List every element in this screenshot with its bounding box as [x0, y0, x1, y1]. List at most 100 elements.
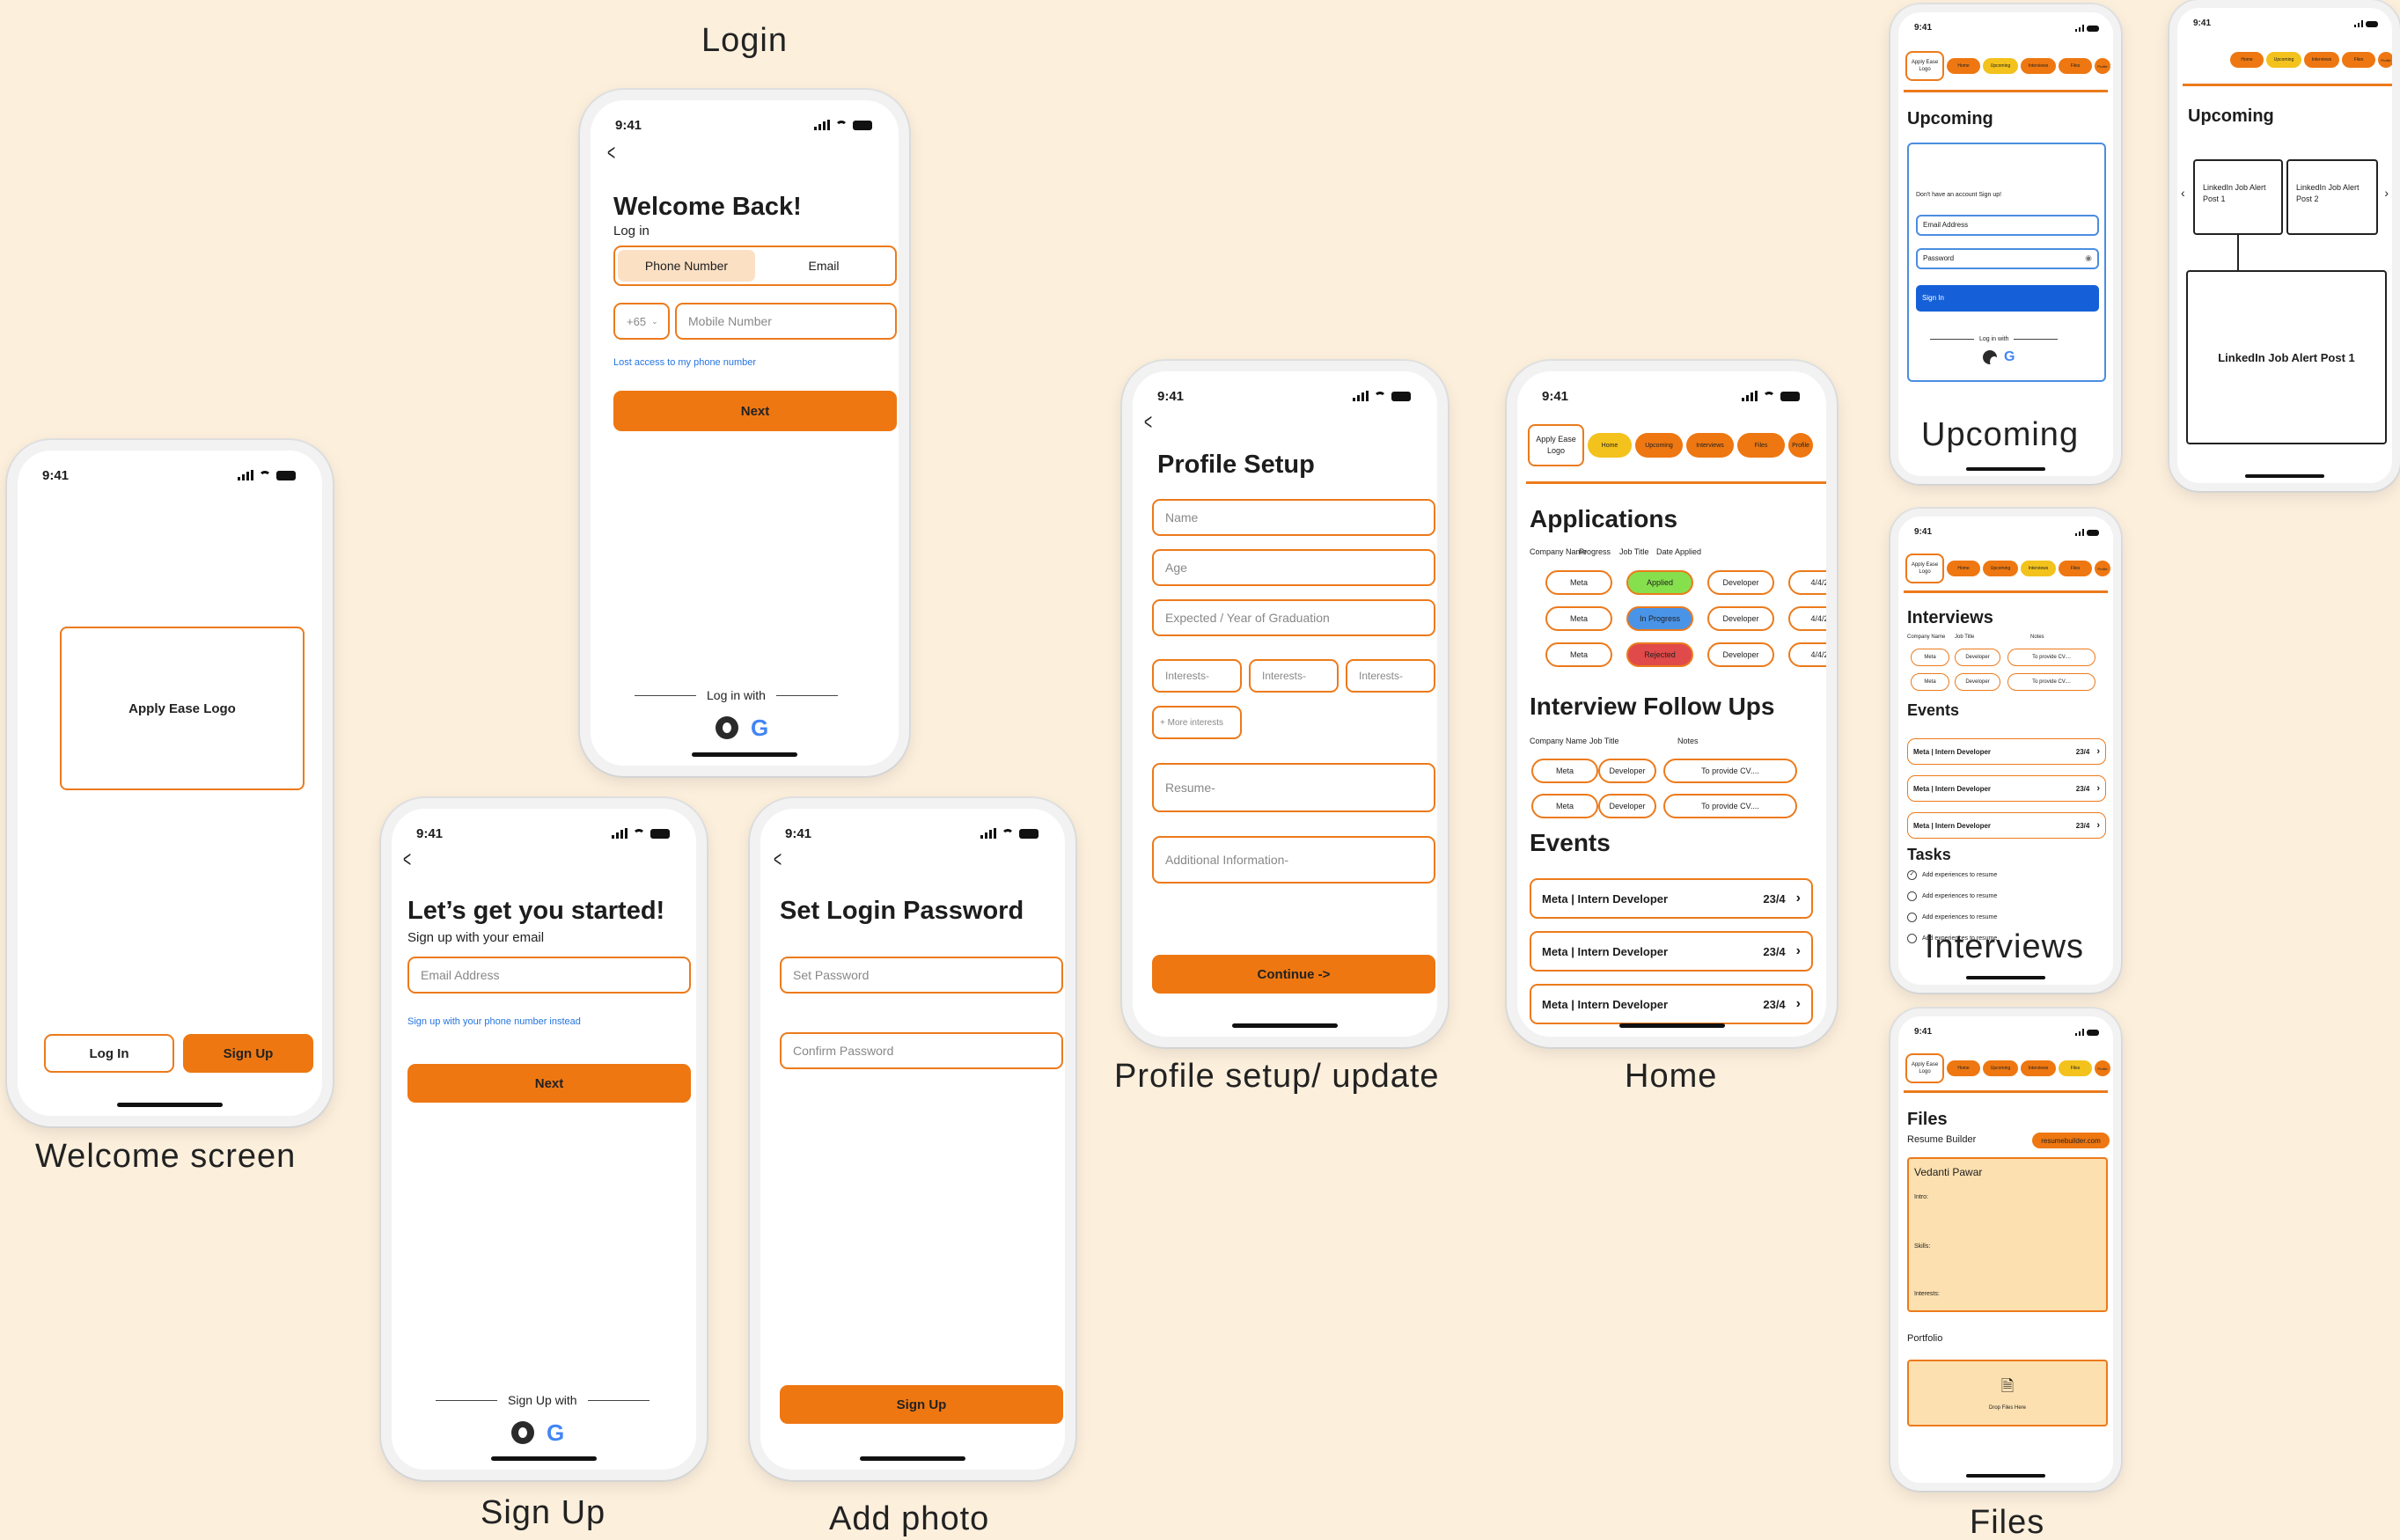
task-item[interactable]: Add experiences to resume [1907, 913, 1997, 922]
nav-logo[interactable]: Apply Ease Logo [1905, 51, 1944, 81]
resume-field[interactable]: Resume- [1152, 763, 1435, 812]
interest-field-1[interactable]: Interests- [1152, 659, 1242, 693]
nav-upcoming[interactable]: Upcoming [1983, 561, 2018, 576]
signal-icon [2075, 25, 2084, 32]
chevron-left-icon[interactable]: ‹ [2181, 186, 2185, 200]
back-icon[interactable]: < [774, 846, 782, 873]
signin-button[interactable]: Sign In [1916, 285, 2099, 312]
tab-email[interactable]: Email [755, 250, 892, 282]
lost-access-link[interactable]: Lost access to my phone number [613, 357, 756, 368]
nav-interviews[interactable]: Interviews [2021, 561, 2056, 576]
chevron-right-icon[interactable]: › [1796, 891, 1801, 906]
nav-home[interactable]: Home [1947, 58, 1980, 74]
back-icon[interactable]: < [1144, 408, 1152, 436]
graduation-field[interactable]: Expected / Year of Graduation [1152, 599, 1435, 636]
nav-interviews[interactable]: Interviews [2021, 1060, 2056, 1076]
age-field[interactable]: Age [1152, 549, 1435, 586]
task-item[interactable]: ✓ Add experiences to resume [1907, 870, 1997, 880]
login-button[interactable]: Log In [44, 1034, 174, 1073]
back-icon[interactable]: < [403, 846, 411, 873]
nav-files[interactable]: Files [2059, 58, 2092, 74]
confirm-password-field[interactable]: Confirm Password [780, 1032, 1063, 1069]
nav-home[interactable]: Home [1588, 433, 1632, 458]
tab-phone[interactable]: Phone Number [618, 250, 755, 282]
nav-files[interactable]: Files [1737, 433, 1785, 458]
nav-upcoming[interactable]: Upcoming [1635, 433, 1683, 458]
nav-files[interactable]: Files [2059, 561, 2092, 576]
nav-interviews[interactable]: Interviews [2021, 58, 2056, 74]
nav-files[interactable]: Files [2059, 1060, 2092, 1076]
table-cell[interactable]: In Progress [1626, 606, 1693, 631]
additional-info-field[interactable]: Additional Information- [1152, 836, 1435, 884]
nav-profile[interactable]: Profile [2095, 561, 2110, 576]
apple-icon[interactable] [511, 1421, 534, 1444]
task-checkbox[interactable] [1907, 913, 1917, 922]
nav-home[interactable]: Home [2230, 52, 2264, 68]
set-password-field[interactable]: Set Password [780, 957, 1063, 994]
event-row[interactable]: Meta | Intern Developer 23/4 › [1907, 812, 2106, 839]
table-cell[interactable]: Rejected [1626, 642, 1693, 667]
interest-field-3[interactable]: Interests- [1346, 659, 1435, 693]
chevron-right-icon[interactable]: › [2096, 820, 2100, 831]
interest-field-2[interactable]: Interests- [1249, 659, 1339, 693]
chevron-right-icon[interactable]: › [1796, 943, 1801, 959]
job-post-card-2[interactable]: LinkedIn Job Alert Post 2 [2286, 159, 2378, 235]
nav-profile[interactable]: Profile [2378, 52, 2392, 68]
event-row[interactable]: Meta | Intern Developer 23/4 › [1530, 931, 1813, 972]
nav-profile[interactable]: Profile [2095, 58, 2110, 74]
nav-home[interactable]: Home [1947, 561, 1980, 576]
resume-builder-link[interactable]: resumebuilder.com [2032, 1133, 2110, 1148]
task-checkbox[interactable]: ✓ [1907, 870, 1917, 880]
nav-interviews[interactable]: Interviews [1686, 433, 1734, 458]
file-dropzone[interactable]: 🗎 Drop Files Here [1907, 1360, 2108, 1426]
google-icon[interactable]: G [547, 1421, 564, 1444]
mobile-number-input[interactable]: Mobile Number [675, 303, 897, 340]
signup-button[interactable]: Sign Up [780, 1385, 1063, 1424]
more-interests-button[interactable]: + More interests [1152, 706, 1242, 739]
chevron-right-icon[interactable]: › [2096, 783, 2100, 794]
home-indicator [1966, 467, 2045, 471]
chevron-right-icon[interactable]: › [2096, 746, 2100, 757]
email-field[interactable]: Email Address [407, 957, 691, 994]
nav-logo[interactable]: Apply Ease Logo [1528, 424, 1584, 466]
apple-icon[interactable] [1983, 350, 1999, 367]
nav-upcoming[interactable]: Upcoming [1983, 58, 2018, 74]
back-icon[interactable]: < [607, 139, 615, 166]
job-post-big-card[interactable]: LinkedIn Job Alert Post 1 [2186, 270, 2387, 444]
task-checkbox[interactable] [1907, 934, 1917, 943]
chevron-right-icon[interactable]: › [1796, 996, 1801, 1012]
event-row[interactable]: Meta | Intern Developer 23/4 › [1907, 775, 2106, 802]
table-header: Company Name [1530, 737, 1588, 745]
signup-button[interactable]: Sign Up [183, 1034, 313, 1073]
nav-profile[interactable]: Profile [2095, 1060, 2110, 1076]
nav-upcoming[interactable]: Upcoming [2266, 52, 2301, 68]
event-row[interactable]: Meta | Intern Developer 23/4 › [1530, 984, 1813, 1024]
nav-interviews[interactable]: Interviews [2304, 52, 2339, 68]
event-row[interactable]: Meta | Intern Developer 23/4 › [1907, 738, 2106, 765]
resume-card[interactable]: Vedanti Pawar Intro: Skills: Interests: [1907, 1157, 2108, 1312]
country-code-select[interactable]: +65 ⌄ [613, 303, 670, 340]
chevron-right-icon[interactable]: › [2384, 186, 2389, 200]
event-row[interactable]: Meta | Intern Developer 23/4 › [1530, 878, 1813, 919]
apple-icon[interactable] [716, 716, 738, 739]
nav-upcoming[interactable]: Upcoming [1983, 1060, 2018, 1076]
table-cell[interactable]: Applied [1626, 570, 1693, 595]
next-button[interactable]: Next [613, 391, 897, 431]
password-field[interactable]: Password ◉ [1916, 248, 2099, 269]
google-icon[interactable]: G [751, 716, 768, 739]
next-button[interactable]: Next [407, 1064, 691, 1103]
continue-button[interactable]: Continue -> [1152, 955, 1435, 994]
nav-profile[interactable]: Profile [1788, 433, 1813, 458]
eye-icon[interactable]: ◉ [2085, 253, 2092, 263]
nav-logo[interactable]: Apply Ease Logo [1905, 554, 1944, 583]
nav-home[interactable]: Home [1947, 1060, 1980, 1076]
job-post-card-1[interactable]: LinkedIn Job Alert Post 1 [2193, 159, 2283, 235]
nav-logo[interactable]: Apply Ease Logo [1905, 1053, 1944, 1083]
google-icon[interactable]: G [2004, 350, 2015, 364]
task-item[interactable]: Add experiences to resume [1907, 891, 1997, 901]
task-checkbox[interactable] [1907, 891, 1917, 901]
name-field[interactable]: Name [1152, 499, 1435, 536]
phone-instead-link[interactable]: Sign up with your phone number instead [407, 1016, 581, 1027]
email-field[interactable]: Email Address [1916, 215, 2099, 236]
nav-files[interactable]: Files [2342, 52, 2375, 68]
